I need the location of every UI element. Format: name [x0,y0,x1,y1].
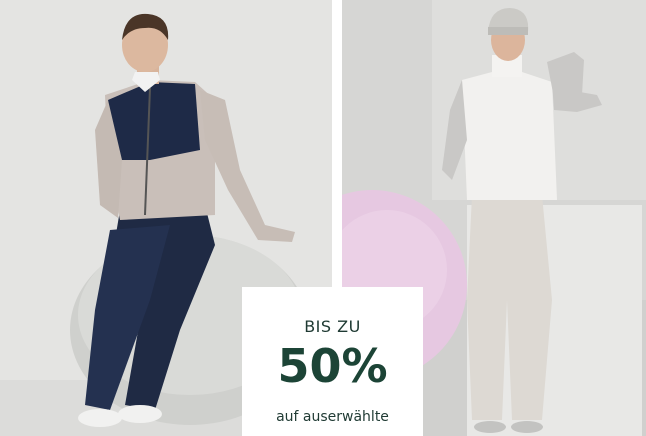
promo-discount: 50% [277,339,388,393]
promo-card[interactable]: BIS ZU 50% auf auserwählte [242,287,423,436]
promo-subline: auf auserwählte [276,409,389,425]
promo-headline: BIS ZU [304,317,361,336]
